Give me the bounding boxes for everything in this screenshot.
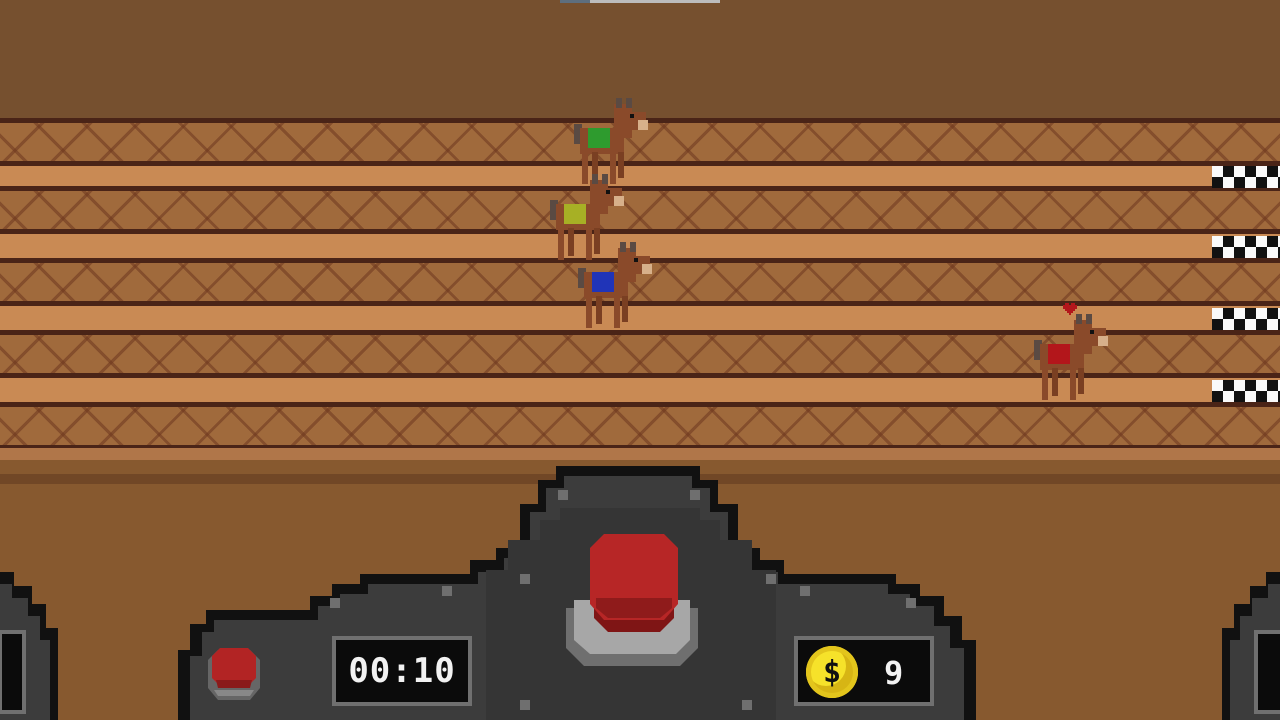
heart-icon	[1063, 300, 1077, 315]
coin-count: 9	[884, 654, 904, 692]
coin-icon: $	[806, 646, 858, 698]
horse-red	[1028, 310, 1114, 406]
fence-rail-5	[0, 402, 1280, 450]
coin-symbol: $	[822, 654, 842, 690]
finish-flag-lane-3	[1212, 308, 1280, 330]
progress-marker	[560, 0, 720, 3]
horse-icon	[578, 242, 652, 328]
race-timer: 00:10	[332, 636, 472, 706]
coin-counter: $ 9	[794, 636, 934, 706]
horse-icon	[1034, 314, 1108, 400]
track-edge	[0, 448, 1280, 460]
finish-flag-lane-4	[1212, 380, 1280, 402]
horse-blue	[572, 238, 658, 334]
fence-rail-2	[0, 186, 1280, 234]
small-red-button[interactable]	[204, 644, 264, 706]
timer-text: 00:10	[348, 651, 456, 691]
finish-flag-lane-2	[1212, 236, 1280, 258]
big-red-button[interactable]	[586, 528, 682, 640]
finish-flag-lane-1	[1212, 166, 1280, 188]
